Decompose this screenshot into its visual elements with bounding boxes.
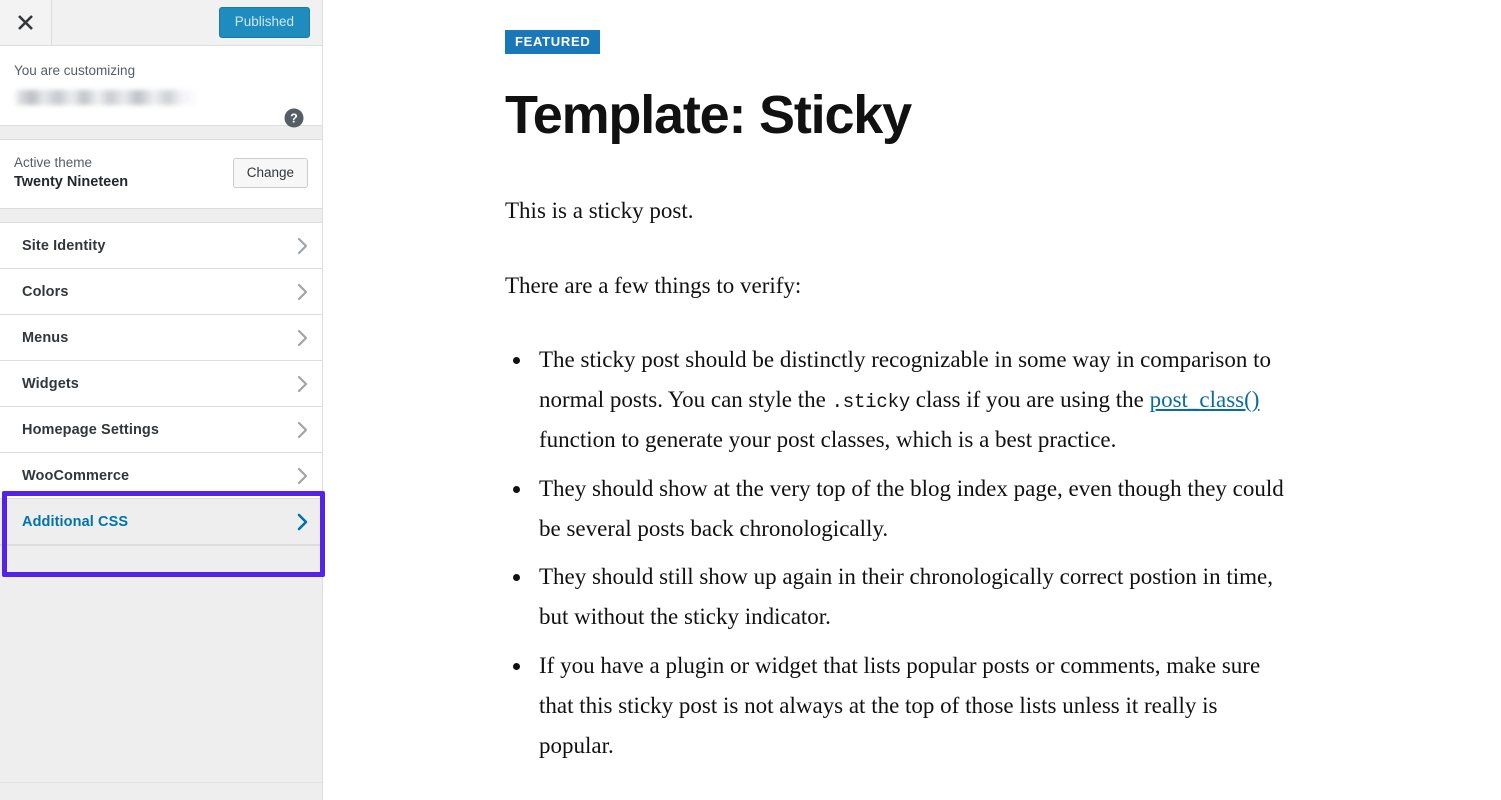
list-item-text: class if you are using the — [910, 387, 1150, 413]
sidebar-item-widgets[interactable]: Widgets — [0, 361, 322, 408]
change-theme-button[interactable]: Change — [232, 157, 308, 189]
chevron-right-icon — [297, 329, 308, 347]
sidebar-item-menus[interactable]: Menus — [0, 315, 322, 362]
chevron-right-icon — [297, 375, 308, 393]
close-customizer-button[interactable] — [0, 0, 52, 45]
publish-button[interactable]: Published — [218, 7, 310, 38]
customizer-nav: Site Identity Colors Menus Widgets Homep… — [0, 223, 322, 546]
list-item-text: They should still show up again in their… — [539, 564, 1273, 630]
sidebar-item-label: WooCommerce — [22, 467, 130, 484]
featured-badge: FEATURED — [505, 30, 601, 54]
sidebar-item-label: Colors — [22, 283, 69, 300]
site-name-redacted — [14, 89, 196, 105]
customizer-screen: Published You are customizing ? Active t… — [0, 0, 1501, 800]
sidebar-item-site-identity[interactable]: Site Identity — [0, 223, 322, 270]
customizer-header-actions: Published — [52, 0, 322, 45]
chevron-right-icon — [297, 513, 308, 531]
sidebar-item-homepage-settings[interactable]: Homepage Settings — [0, 407, 322, 454]
post-title: Template: Sticky — [505, 85, 912, 145]
active-theme-eyebrow: Active theme — [14, 154, 93, 170]
customizer-sidebar: Published You are customizing ? Active t… — [0, 0, 325, 800]
list-item-text: They should show at the very top of the … — [539, 475, 1284, 541]
sidebar-item-label: Site Identity — [22, 237, 106, 254]
preview-post: FEATURED Template: Sticky This is a stic… — [323, 0, 1483, 766]
panel-spacer-secondary — [0, 209, 322, 224]
list-item: If you have a plugin or widget that list… — [533, 646, 1295, 767]
list-item-text: function to generate your post classes, … — [539, 427, 1117, 453]
chevron-right-icon — [297, 421, 308, 439]
sidebar-item-label: Homepage Settings — [22, 421, 160, 438]
sidebar-item-woocommerce[interactable]: WooCommerce — [0, 453, 322, 500]
inline-code: .sticky — [831, 391, 911, 414]
close-icon — [16, 13, 35, 32]
chevron-right-icon — [297, 467, 308, 485]
post-body: This is a sticky post. There are a few t… — [505, 191, 1295, 766]
chevron-right-icon — [297, 237, 308, 255]
list-item: They should still show up again in their… — [533, 557, 1295, 638]
customizer-header: Published — [0, 0, 322, 46]
post-intro-paragraph: This is a sticky post. — [505, 198, 694, 224]
sidebar-bottom-divider — [0, 782, 322, 783]
active-theme-name: Twenty Nineteen — [14, 173, 129, 190]
help-circle-icon[interactable]: ? — [284, 108, 304, 128]
panel-spacer — [0, 125, 322, 140]
list-item-text: If you have a plugin or widget that list… — [539, 652, 1261, 759]
customizing-panel: You are customizing ? — [0, 46, 322, 128]
sidebar-item-label: Additional CSS — [22, 513, 129, 530]
post-leadin-paragraph: There are a few things to verify: — [505, 272, 802, 298]
site-preview: FEATURED Template: Sticky This is a stic… — [323, 0, 1501, 800]
list-item: They should show at the very top of the … — [533, 469, 1295, 550]
sidebar-empty-area — [0, 545, 322, 800]
active-theme-section: Active theme Twenty Nineteen Change — [0, 139, 322, 210]
sidebar-item-additional-css[interactable]: Additional CSS — [0, 499, 322, 546]
svg-text:?: ? — [290, 112, 298, 126]
post-bullet-list: The sticky post should be distinctly rec… — [505, 340, 1295, 767]
list-item: The sticky post should be distinctly rec… — [533, 340, 1295, 461]
sidebar-item-colors[interactable]: Colors — [0, 269, 322, 316]
chevron-right-icon — [297, 283, 308, 301]
sidebar-item-label: Menus — [22, 329, 69, 346]
customizing-label: You are customizing — [14, 63, 136, 78]
post-class-link[interactable]: post_class() — [1150, 387, 1260, 412]
sidebar-item-label: Widgets — [22, 375, 79, 392]
active-theme-info: Active theme Twenty Nineteen — [14, 154, 128, 193]
